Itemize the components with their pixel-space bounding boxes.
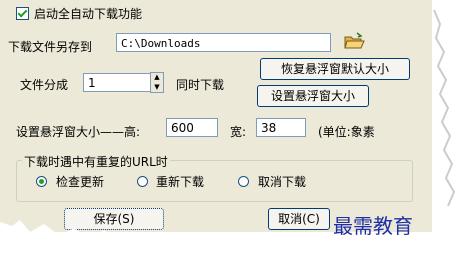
watermark-logo: 最需教育	[333, 214, 413, 238]
